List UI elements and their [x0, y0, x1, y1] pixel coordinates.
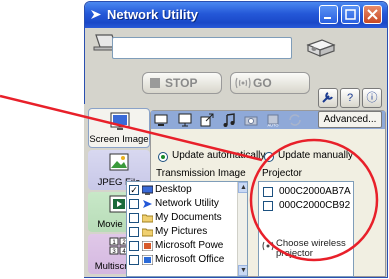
transmission-list[interactable]: ✓ Desktop Network Utility My Documents M…	[126, 181, 248, 277]
desktop-icon	[142, 185, 153, 195]
item-label: Microsoft Office	[155, 254, 225, 265]
scroll-up-arrow[interactable]: ▲	[238, 182, 247, 193]
item-checkbox[interactable]	[129, 255, 139, 265]
list-item[interactable]: Microsoft Office	[127, 254, 237, 276]
close-button[interactable]	[363, 5, 382, 24]
item-label: My Pictures	[155, 226, 208, 237]
stop-icon	[150, 78, 160, 88]
svg-text:AUTO: AUTO	[267, 123, 278, 128]
projector-item[interactable]: 000C2000CB92	[259, 200, 353, 213]
present-icon[interactable]	[178, 113, 192, 127]
wireless-icon	[235, 77, 251, 89]
music-icon[interactable]	[222, 113, 236, 127]
list-item[interactable]: ✓ Desktop	[127, 184, 237, 197]
projector-label: 000C2000CB92	[279, 200, 351, 211]
app-icon	[91, 10, 101, 19]
list-item[interactable]: My Pictures	[127, 226, 237, 239]
advanced-button[interactable]: Advanced...	[318, 111, 382, 128]
help-button[interactable]: ?	[340, 88, 360, 108]
wireless-icon	[262, 241, 274, 251]
choose-wireless-label: Choose wireless projector	[276, 238, 346, 259]
info-label: ⓘ	[366, 92, 378, 104]
list-item[interactable]: Network Utility	[127, 198, 237, 211]
list-item[interactable]: Microsoft Powe	[127, 240, 237, 253]
display-icon[interactable]	[154, 113, 168, 127]
item-label: Desktop	[155, 184, 192, 195]
update-manually-radio[interactable]	[264, 152, 274, 162]
window-title: Network Utility	[107, 7, 199, 22]
item-label: Microsoft Powe	[155, 240, 224, 251]
stop-button[interactable]: STOP	[142, 72, 222, 94]
scroll-down-arrow[interactable]: ▼	[238, 265, 247, 276]
minimize-icon	[324, 17, 331, 19]
item-label: My Documents	[155, 212, 222, 223]
go-button[interactable]: GO	[230, 72, 310, 94]
projector-label: 000C2000AB7A	[279, 186, 351, 197]
list-item[interactable]: My Documents	[127, 212, 237, 225]
projector-checkbox[interactable]	[263, 201, 273, 211]
projector-checkbox[interactable]	[263, 187, 273, 197]
office-icon	[142, 255, 153, 265]
close-icon	[367, 9, 378, 20]
refresh-icon[interactable]	[288, 113, 302, 127]
update-automatically-label: Update automatically	[172, 150, 266, 161]
jpeg-file-icon	[109, 153, 129, 171]
item-checkbox[interactable]	[129, 213, 139, 223]
screen-image-icon	[110, 112, 130, 130]
wrench-icon	[322, 92, 333, 103]
item-checkbox[interactable]	[129, 241, 139, 251]
tool-screen-image-label: Screen Image	[89, 134, 149, 145]
info-button[interactable]: ⓘ	[362, 88, 382, 108]
maximize-icon	[345, 9, 356, 20]
projector-item[interactable]: 000C2000AB7A	[259, 186, 353, 199]
item-checkbox[interactable]	[129, 199, 139, 209]
tool-screen-image[interactable]: Screen Image	[88, 108, 150, 148]
powerpoint-icon	[142, 241, 153, 251]
maximize-button[interactable]	[341, 5, 360, 24]
title-bar[interactable]: Network Utility	[85, 2, 387, 28]
stop-label: STOP	[165, 76, 198, 90]
go-label: GO	[253, 76, 272, 90]
transmission-scrollbar[interactable]: ▲ ▼	[237, 182, 247, 276]
folder-icon	[142, 214, 153, 223]
item-checkbox[interactable]: ✓	[129, 185, 139, 195]
minimize-button[interactable]	[319, 5, 338, 24]
camera-icon[interactable]	[244, 113, 258, 127]
update-automatically-radio[interactable]	[158, 152, 168, 162]
help-label: ?	[346, 92, 354, 104]
item-label: Network Utility	[155, 198, 219, 209]
update-manually-label: Update manually	[278, 150, 354, 161]
transmission-header: Transmission Image	[156, 168, 246, 179]
device-field[interactable]	[112, 37, 292, 59]
projector-header: Projector	[262, 168, 303, 179]
item-checkbox[interactable]	[129, 227, 139, 237]
audio-icon[interactable]: AUTO	[266, 113, 280, 127]
export-icon[interactable]	[200, 113, 214, 127]
projector-icon	[306, 39, 336, 57]
network-utility-icon	[143, 200, 152, 208]
tools-button[interactable]	[318, 88, 338, 108]
folder-icon	[142, 228, 153, 237]
choose-wireless-projector-button[interactable]: Choose wireless projector	[260, 236, 352, 276]
